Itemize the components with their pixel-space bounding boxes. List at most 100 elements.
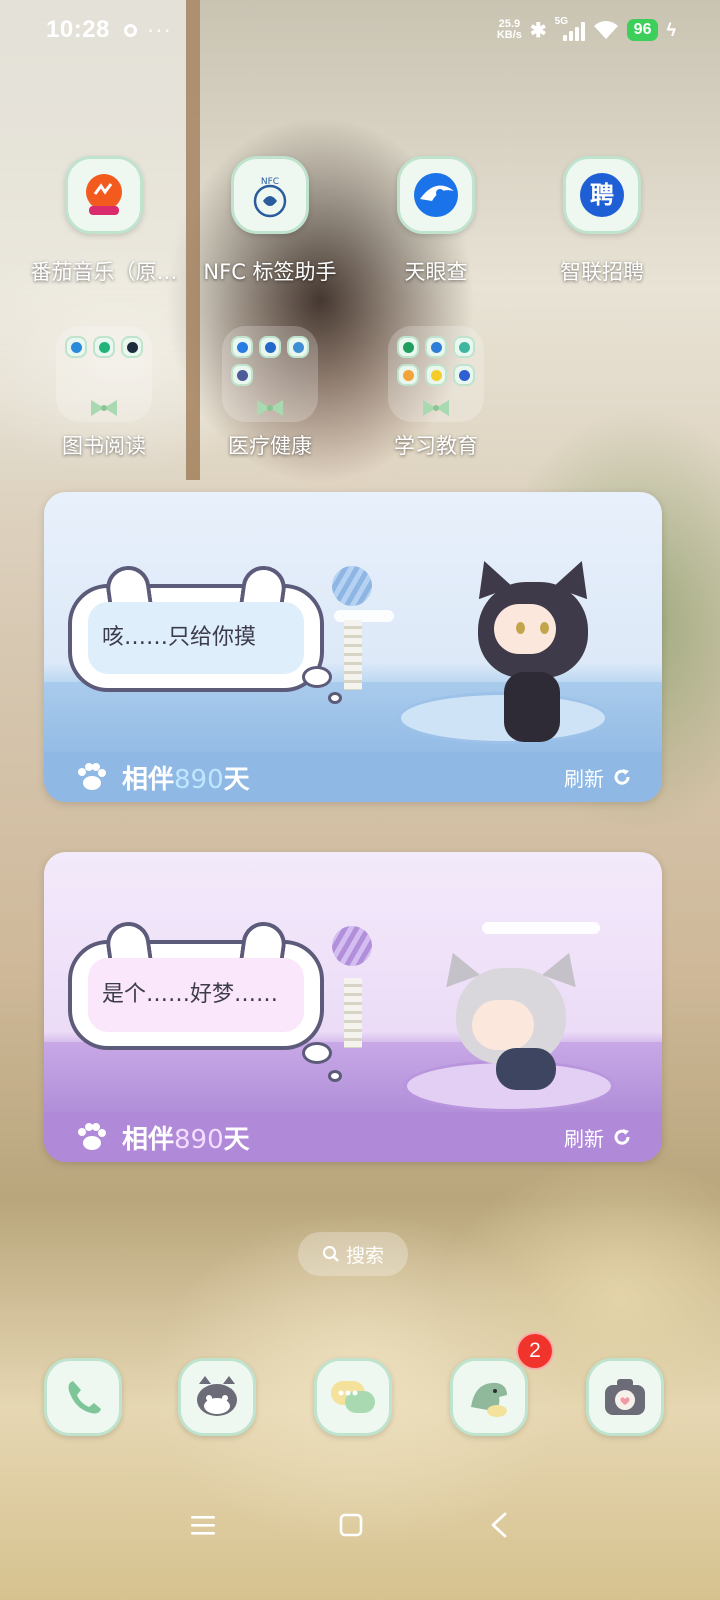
companion-days: 相伴890天 [122,1124,250,1155]
refresh-button[interactable]: 刷新 [564,1123,632,1152]
speech-tail [328,692,342,704]
folder-app-icon [93,336,115,358]
messages-icon [331,1381,375,1413]
app-zhilian-recruiting[interactable]: 聘 智联招聘 [522,156,682,286]
folder-app-icon [425,336,447,358]
dock-phone[interactable] [44,1358,122,1436]
refresh-icon [614,769,630,785]
speech-bubble: 咳……只给你摸 [68,563,324,692]
menu-icon [191,1516,215,1535]
folder-preview [222,326,318,422]
cellular-signal-icon: 5G [555,16,585,41]
menu-button[interactable] [178,1500,228,1550]
back-button[interactable] [474,1500,524,1550]
refresh-label: 刷新 [564,766,604,791]
folder-medical-health[interactable]: 医疗健康 [190,326,350,460]
speech-tail [328,1070,342,1082]
camera-icon [605,1379,645,1415]
search-button[interactable]: 搜索 [298,1232,408,1276]
folder-app-icon [121,336,143,358]
dock-messages[interactable] [314,1358,392,1436]
network-speed: 25.9 KB/s [497,19,522,41]
paw-icon [78,763,106,790]
zhilian-icon-text: 聘 [590,181,614,209]
widget-footer: 相伴890天 刷新 [44,1112,662,1162]
scratching-post [344,620,362,690]
home-icon [339,1513,363,1537]
navigation-bar [0,1490,720,1560]
app-label: 番茄音乐（原… [30,260,178,284]
speech-text: 咳……只给你摸 [88,602,304,674]
status-bar: 10:28 ··· 25.9 KB/s ✱ 5G 96 ϟ [0,0,720,60]
notification-badge: 2 [516,1332,554,1370]
charging-icon: ϟ [666,19,676,40]
network-speed-unit: KB/s [496,29,522,41]
companion-days: 相伴890天 [122,764,250,795]
notification-dot-icon [123,23,137,37]
clock: 10:28 [46,16,110,43]
more-notifications-indicator: ··· [146,17,172,42]
refresh-icon [614,1129,630,1145]
cat-tree-shelf [482,922,600,934]
cat-tree-shelf [334,610,394,622]
wifi-icon [593,21,618,39]
folder-app-icon [425,364,447,386]
yarn-ball-icon [332,566,372,606]
folder-label: 学习教育 [394,434,478,458]
speech-tail [302,666,332,688]
yarn-ball-icon [332,926,372,966]
folder-app-icon [287,336,309,358]
dock-camera[interactable] [586,1358,664,1436]
speech-bubble: 是个……好梦…… [68,919,324,1050]
widget-footer: 相伴890天 刷新 [44,752,662,802]
folder-app-icon [65,336,87,358]
folder-app-icon [397,336,419,358]
bluetooth-icon: ✱ [529,19,547,42]
folder-books-reading[interactable]: 图书阅读 [24,326,184,460]
back-icon [491,1512,507,1538]
folder-preview [388,326,484,422]
folder-app-icon [231,336,253,358]
battery-level: 96 [626,19,659,41]
folder-learning-education[interactable]: 学习教育 [356,326,516,460]
zhilian-icon: 聘 [563,156,641,234]
pet-widget-purple[interactable]: 是个……好梦…… 相伴890天 刷新 [44,852,662,1162]
app-nfc-tag-assistant[interactable]: NFC NFC 标签助手 [190,156,350,286]
speech-text: 是个……好梦…… [88,958,304,1032]
fanqie-music-icon [65,156,143,234]
tianyancha-icon [397,156,475,234]
folder-label: 图书阅读 [62,434,146,458]
bow-icon [91,400,117,416]
scratching-post [344,978,362,1048]
folder-label: 医疗健康 [228,434,312,458]
refresh-button[interactable]: 刷新 [564,763,632,792]
dinosaur-app-icon [471,1382,507,1417]
app-label: 智联招聘 [560,260,644,284]
folder-app-icon [453,364,475,386]
folder-app-icon [453,336,475,358]
app-label: 天眼查 [404,260,468,284]
app-fanqie-music[interactable]: 番茄音乐（原… [24,156,184,286]
app-label: NFC 标签助手 [203,260,337,284]
cat-face-icon [197,1376,237,1416]
folder-app-icon [231,364,253,386]
bow-icon [257,400,283,416]
folder-app-icon [397,364,419,386]
folder-preview [56,326,152,422]
dark-haired-cat-boy-character[interactable] [467,554,599,766]
app-tianyancha[interactable]: 天眼查 [356,156,516,286]
folder-app-icon [259,336,281,358]
bow-icon [423,400,449,416]
search-icon [322,1245,339,1262]
nfc-tag-icon: NFC [231,156,309,234]
paw-icon [78,1123,106,1150]
refresh-label: 刷新 [564,1126,604,1151]
pet-widget-blue[interactable]: 咳……只给你摸 相伴890天 刷新 [44,492,662,802]
dock-cat-app[interactable] [178,1358,256,1436]
home-button[interactable] [326,1500,376,1550]
speech-tail [302,1042,332,1064]
phone-icon [68,1381,101,1414]
dock-dinosaur-app[interactable] [450,1358,528,1436]
search-label: 搜索 [345,1244,384,1267]
silver-haired-cat-boy-character[interactable] [435,946,587,1098]
